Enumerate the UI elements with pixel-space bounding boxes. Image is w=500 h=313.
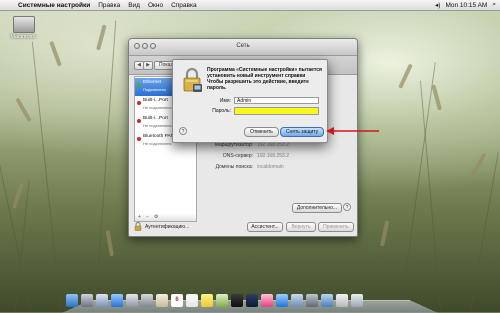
service-status: Не подключено	[143, 141, 172, 146]
dock: 6	[66, 291, 363, 307]
finder-icon[interactable]	[66, 294, 78, 307]
mail-icon[interactable]	[141, 294, 153, 307]
search-domains-value: localdomain	[257, 164, 284, 170]
status-dot-green	[137, 83, 141, 87]
grass-stem	[400, 62, 436, 311]
documents-folder-icon[interactable]	[336, 294, 348, 307]
photo-booth-icon[interactable]	[246, 294, 258, 307]
system-preferences-icon[interactable]	[306, 294, 318, 307]
mission-control-icon[interactable]	[96, 294, 108, 307]
name-label: Имя:	[219, 98, 231, 104]
authenticate-label[interactable]: Аутентификацию...	[145, 224, 189, 230]
menu-clock[interactable]: Mon 10:15 AM	[445, 2, 487, 9]
service-name: Ethernet	[143, 80, 162, 85]
hard-drive-icon[interactable]	[13, 16, 35, 33]
itunes-icon[interactable]	[261, 294, 273, 307]
safari-icon[interactable]	[126, 294, 138, 307]
service-status: Не подключено	[143, 123, 172, 128]
service-name: Built-i...Port	[143, 116, 168, 121]
service-name: Bluetooth PAN	[143, 134, 175, 139]
grass-seedhead	[470, 152, 487, 177]
reminders-icon[interactable]	[186, 294, 198, 307]
grass-seedhead	[15, 97, 32, 122]
status-dot-red	[137, 137, 141, 141]
help-button[interactable]: ?	[179, 127, 187, 135]
notes-icon[interactable]	[201, 294, 213, 307]
launchpad-icon[interactable]	[81, 294, 93, 307]
facetime-icon[interactable]	[231, 294, 243, 307]
service-name: Built-i...Port	[143, 98, 168, 103]
dns-label: DNS-сервер:	[223, 153, 253, 159]
app-store-icon[interactable]	[111, 294, 123, 307]
menu-bar: Системные настройки Правка Вид Окно Спра…	[0, 0, 500, 11]
remove-service-button[interactable]: −	[146, 214, 149, 221]
spotlight-icon[interactable]: ⌕	[492, 1, 496, 9]
grass-seedhead	[398, 63, 413, 89]
time-machine-icon[interactable]	[291, 294, 303, 307]
grass-seedhead	[49, 40, 62, 67]
menu-help[interactable]: Справка	[167, 2, 201, 9]
gear-icon[interactable]: ⚙	[154, 214, 158, 221]
grass-seedhead	[431, 84, 442, 111]
apply-button[interactable]: Применить	[318, 222, 354, 232]
status-dot-red	[137, 119, 141, 123]
advanced-button[interactable]: Дополнительно...	[292, 203, 342, 213]
calendar-icon[interactable]: 6	[171, 294, 183, 307]
forward-button[interactable]: ▶	[143, 61, 153, 70]
service-list-controls: + − ⚙	[134, 214, 197, 222]
hard-drive-label[interactable]: Macintosh	[2, 34, 44, 40]
menu-edit[interactable]: Правка	[94, 2, 124, 9]
assistant-button[interactable]: Ассистент...	[247, 222, 283, 232]
window-titlebar[interactable]: Сеть	[129, 39, 357, 56]
username-field[interactable]: Admin	[234, 97, 319, 104]
password-label: Пароль:	[212, 108, 231, 114]
grass-seedhead	[105, 230, 114, 257]
contacts-icon[interactable]	[156, 294, 168, 307]
grass-stem	[95, 20, 117, 311]
menu-window[interactable]: Окно	[144, 2, 167, 9]
grass-stem	[31, 41, 61, 311]
volume-icon[interactable]: ◂)	[435, 1, 440, 9]
grass-stem	[470, 152, 499, 311]
lock-icon	[183, 67, 202, 92]
authentication-dialog: Программа «Системные настройки» пытается…	[172, 59, 328, 143]
lock-icon[interactable]	[134, 222, 142, 231]
messages-icon[interactable]	[216, 294, 228, 307]
menu-view[interactable]: Вид	[124, 2, 144, 9]
service-status: Не подключено	[143, 105, 172, 110]
annotation-arrow-icon	[326, 127, 379, 135]
grass-seedhead	[380, 220, 390, 247]
service-status: Подключено	[143, 87, 167, 92]
grass-seedhead	[96, 24, 107, 51]
revert-button[interactable]: Вернуть	[286, 222, 316, 232]
trash-icon[interactable]	[351, 294, 363, 307]
add-service-button[interactable]: +	[138, 214, 141, 221]
unlock-button[interactable]: Снять защиту	[280, 127, 324, 137]
dock-separator-folder-icon[interactable]	[321, 294, 333, 307]
help-button[interactable]: ?	[343, 203, 351, 211]
menu-app-name[interactable]: Системные настройки	[14, 2, 94, 9]
password-field[interactable]	[234, 107, 319, 115]
grass-seedhead	[12, 182, 24, 209]
search-domains-label: Домены поиска:	[215, 164, 253, 170]
grass-stem	[419, 80, 441, 311]
cancel-button[interactable]: Отменить	[244, 127, 279, 137]
status-dot-red	[137, 101, 141, 105]
dialog-message: Программа «Системные настройки» пытается…	[207, 67, 322, 91]
window-title: Сеть	[236, 43, 250, 49]
iphoto-icon[interactable]	[276, 294, 288, 307]
dns-value: 192.168.253.2	[257, 153, 289, 159]
